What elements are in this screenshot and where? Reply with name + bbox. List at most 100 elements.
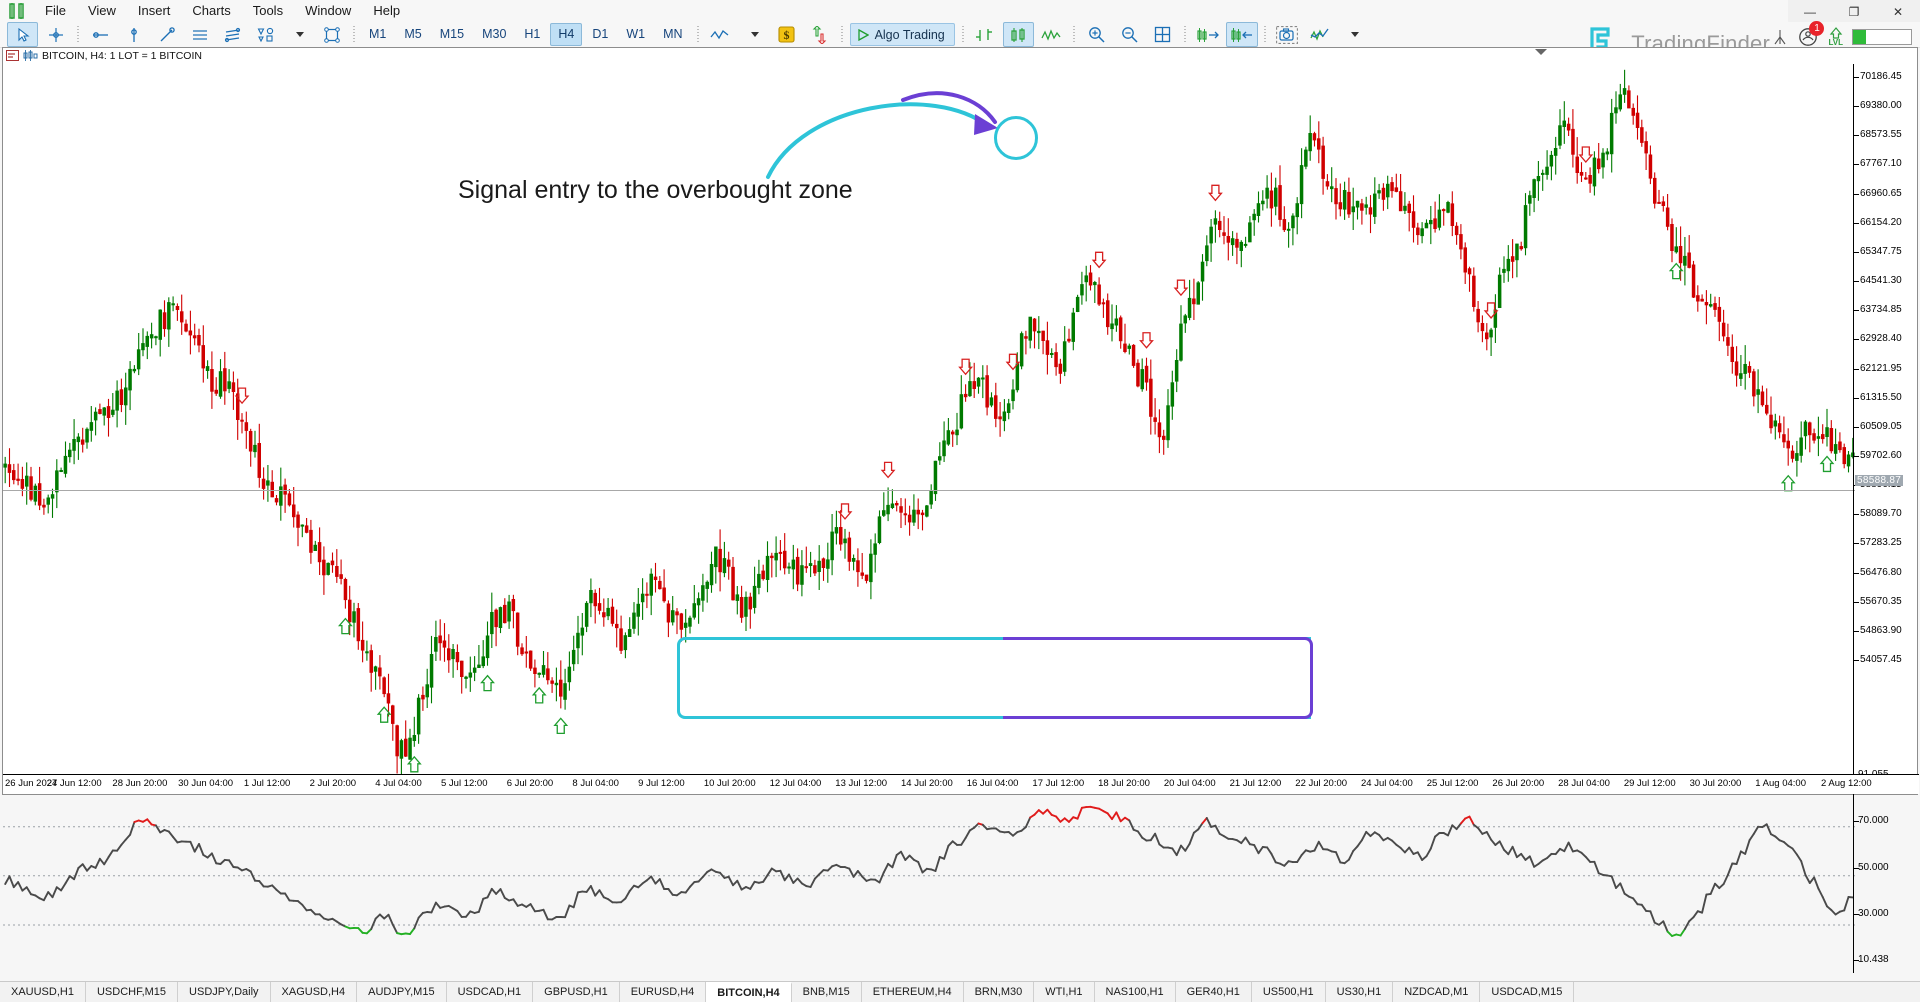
annotation-text: Signal entry to the overbought zone [458,176,853,205]
time-axis-tick: 2 Aug 12:00 [1821,778,1872,789]
rsi-highlight-box-purple [1003,637,1313,719]
symbol-tab-usdcad-m15[interactable]: USDCAD,M15 [1480,982,1574,1002]
templates-icon[interactable] [705,22,736,47]
symbol-tab-wti-h1[interactable]: WTI,H1 [1034,982,1094,1002]
sell-signal-arrow [1175,280,1187,295]
time-axis-tick: 28 Jul 04:00 [1558,778,1610,789]
signal-icon[interactable] [1772,28,1788,46]
symbol-tab-nas100-h1[interactable]: NAS100,H1 [1095,982,1176,1002]
symbol-tab-bitcoin-h4[interactable]: BITCOIN,H4 [706,982,791,1002]
symbol-tab-usdchf-m15[interactable]: USDCHF,M15 [86,982,178,1002]
level-label: LVL [1828,39,1843,47]
time-axis-tick: 5 Jul 12:00 [441,778,487,789]
time-axis[interactable]: 26 Jun 202427 Jun 12:0028 Jun 20:0030 Ju… [3,774,1919,794]
timeframe-m30[interactable]: M30 [474,23,514,46]
window-controls: — ❐ ✕ [1788,0,1920,24]
chart-window: BITCOIN, H4: 1 LOT = 1 BITCOIN Signal en… [2,47,1918,795]
minimize-button[interactable]: — [1788,0,1832,24]
trendline-icon[interactable] [151,22,182,47]
timeframe-w1[interactable]: W1 [618,23,653,46]
symbol-tab-bnb-m15[interactable]: BNB,M15 [792,982,862,1002]
shapes-dropdown-icon[interactable] [283,22,314,47]
crosshair-icon[interactable] [40,22,71,47]
timeframe-h4[interactable]: H4 [550,23,582,46]
timeframe-mn[interactable]: MN [655,23,690,46]
menu-item-window[interactable]: Window [294,0,362,22]
symbol-tab-us500-h1[interactable]: US500,H1 [1252,982,1326,1002]
timeframe-d1[interactable]: D1 [584,23,616,46]
toolbar-separator [697,26,699,44]
algo-trading-button[interactable]: Algo Trading [850,23,955,46]
symbol-tab-xagusd-h4[interactable]: XAGUSD,H4 [271,982,358,1002]
screenshot-icon[interactable] [1272,22,1303,47]
rsi-pane[interactable]: color_rsi_with_alert 40.884 [3,775,1855,973]
time-axis-tick: 29 Jul 12:00 [1624,778,1676,789]
time-axis-tick: 9 Jul 12:00 [638,778,684,789]
algo-trading-label: Algo Trading [875,28,945,42]
toolbar-separator [1184,26,1186,44]
bar-chart-icon[interactable] [970,22,1001,47]
price-axis-tick: 54863.90 [1854,625,1902,636]
current-price-badge: 58588.87 [1855,475,1903,486]
menu-item-help[interactable]: Help [362,0,411,22]
cursor-icon[interactable] [7,22,38,47]
zoom-in-icon[interactable] [1081,22,1112,47]
vertical-line-icon[interactable] [118,22,149,47]
toolbar-separator [1264,26,1266,44]
time-axis-tick: 10 Jul 20:00 [704,778,756,789]
horizontal-line-icon[interactable] [85,22,116,47]
buy-signal-arrow [555,718,567,733]
auto-scroll-icon[interactable] [1226,22,1258,47]
symbol-tab-usdjpy-daily[interactable]: USDJPY,Daily [178,982,271,1002]
time-axis-tick: 1 Jul 12:00 [244,778,290,789]
symbol-tab-brn-m30[interactable]: BRN,M30 [964,982,1035,1002]
maximize-button[interactable]: ❐ [1832,0,1876,24]
menu-item-charts[interactable]: Charts [181,0,241,22]
price-axis[interactable]: 70186.4569380.0068573.5567767.1066960.65… [1853,64,1917,973]
level-indicator-icon[interactable]: LVL [1828,27,1843,47]
symbol-tab-audjpy-m15[interactable]: AUDJPY,M15 [357,982,446,1002]
symbol-tab-gbpusd-h1[interactable]: GBPUSD,H1 [533,982,620,1002]
channel-icon[interactable] [184,22,215,47]
time-axis-tick: 28 Jun 20:00 [112,778,167,789]
one-click-trading-icon[interactable] [804,22,835,47]
price-axis-tick: 58089.70 [1854,508,1902,519]
timeframe-m1[interactable]: M1 [361,23,394,46]
indicators-icon[interactable] [1305,22,1336,47]
menu-item-view[interactable]: View [77,0,127,22]
time-axis-tick: 13 Jul 12:00 [835,778,887,789]
shift-chart-end-icon[interactable] [1192,22,1224,47]
price-axis-tick: 60509.05 [1854,421,1902,432]
fibonacci-icon[interactable] [217,22,248,47]
line-chart-icon[interactable] [1036,22,1067,47]
timeframe-m15[interactable]: M15 [432,23,472,46]
zoom-out-icon[interactable] [1114,22,1145,47]
menu-item-tools[interactable]: Tools [242,0,294,22]
templates-dropdown-icon[interactable] [738,22,769,47]
symbol-tab-ethereum-h4[interactable]: ETHEREUM,H4 [862,982,964,1002]
timeframe-h1[interactable]: H1 [516,23,548,46]
symbol-tab-usdcad-h1[interactable]: USDCAD,H1 [447,982,534,1002]
symbol-tab-nzdcad-m1[interactable]: NZDCAD,M1 [1393,982,1480,1002]
time-axis-tick: 12 Jul 04:00 [770,778,822,789]
select-object-icon[interactable] [316,22,347,47]
tile-windows-icon[interactable] [1147,22,1178,47]
shapes-icon[interactable] [250,22,281,47]
menu-bar: File View Insert Charts Tools Window Hel… [0,0,1920,22]
price-axis-tick: 65347.75 [1854,246,1902,257]
symbol-tab-xauusd-h1[interactable]: XAUUSD,H1 [0,982,86,1002]
chart-restore-icon[interactable] [1535,49,1547,55]
timeframe-m5[interactable]: M5 [396,23,429,46]
candlestick-chart-icon[interactable] [1003,22,1034,47]
menu-item-file[interactable]: File [34,0,77,22]
symbol-tab-us30-h1[interactable]: US30,H1 [1326,982,1394,1002]
menu-item-insert[interactable]: Insert [127,0,182,22]
time-axis-tick: 30 Jul 20:00 [1690,778,1742,789]
symbol-tab-ger40-h1[interactable]: GER40,H1 [1176,982,1252,1002]
buy-signal-arrow [533,688,545,703]
symbol-tab-eurusd-h4[interactable]: EURUSD,H4 [620,982,707,1002]
notifications-icon[interactable]: 1 [1797,26,1819,48]
indicators-dropdown-icon[interactable] [1338,22,1369,47]
close-button[interactable]: ✕ [1876,0,1920,24]
market-watch-icon[interactable]: $ [771,22,802,47]
